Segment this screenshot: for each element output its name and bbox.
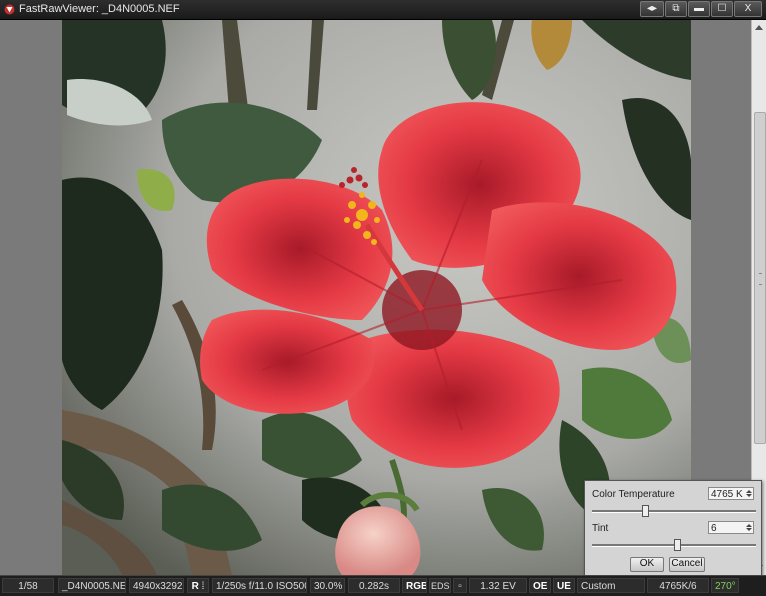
close-button[interactable]: X	[734, 1, 762, 17]
title-bar: FastRawViewer: _D4N0005.NEF ◂▸ ⧉ ▬ ☐ X	[0, 0, 766, 20]
color-temperature-slider[interactable]	[592, 505, 756, 517]
tint-input[interactable]: 6	[708, 521, 754, 534]
status-bar: 1/58 _D4N0005.NEF 4940x3292 R ⁞ 1/250s f…	[0, 575, 766, 596]
exposure-compensation[interactable]: 1.32 EV	[469, 578, 527, 593]
rating-label: R	[191, 581, 199, 592]
white-balance-preset[interactable]: Custom	[577, 578, 645, 593]
ev-toggle[interactable]: ▫	[453, 578, 467, 593]
nav-arrows-button[interactable]: ◂▸	[640, 1, 664, 17]
image-dimensions: 4940x3292	[129, 578, 184, 593]
zoom-level[interactable]: 30.0%	[310, 578, 345, 593]
exposure-info: 1/250s f/11.0 ISO500 135	[212, 578, 307, 593]
white-balance-value[interactable]: 4765K/6	[647, 578, 709, 593]
underexposure-toggle[interactable]: UE	[553, 578, 575, 593]
color-temperature-input[interactable]: 4765 K	[708, 487, 754, 500]
window-title: FastRawViewer: _D4N0005.NEF	[19, 3, 180, 15]
rotation-indicator[interactable]: 270°	[711, 578, 739, 593]
spin-down-icon[interactable]	[746, 494, 752, 497]
color-temperature-label: Color Temperature	[592, 489, 675, 500]
scroll-up-icon[interactable]	[755, 25, 763, 30]
render-time: 0.282s	[348, 578, 400, 593]
checkbox-icon[interactable]: ▫	[458, 581, 462, 592]
spin-up-icon[interactable]	[746, 490, 752, 493]
grip-icon	[759, 273, 762, 285]
scrollbar-thumb[interactable]	[754, 112, 766, 444]
cancel-button[interactable]: Cancel	[669, 557, 705, 572]
minimize-button[interactable]: ▬	[688, 1, 710, 17]
window-layout-button[interactable]: ⧉	[665, 1, 687, 17]
overexposure-toggle[interactable]: OE	[529, 578, 551, 593]
display-mode-toggle[interactable]: RGB	[402, 578, 427, 593]
color-temperature-value: 4765 K	[711, 489, 743, 500]
color-temperature-slider-thumb[interactable]	[642, 505, 649, 517]
viewer-margin-left	[0, 20, 62, 575]
eds-toggle[interactable]: EDS	[429, 578, 451, 593]
maximize-button[interactable]: ☐	[711, 1, 733, 17]
ok-button[interactable]: OK	[630, 557, 664, 572]
tint-value: 6	[711, 523, 717, 534]
white-balance-panel: Color Temperature 4765 K Tint 6 OK Cance…	[584, 480, 762, 577]
sort-icon: ⁞	[201, 581, 205, 592]
tint-label: Tint	[592, 523, 609, 534]
spin-up-icon[interactable]	[746, 524, 752, 527]
tint-slider[interactable]	[592, 539, 756, 551]
rating-toggle[interactable]: R ⁞	[187, 578, 209, 593]
fastrawviewer-logo-icon	[4, 4, 15, 15]
filename-display: _D4N0005.NEF	[58, 578, 126, 593]
tint-slider-thumb[interactable]	[674, 539, 681, 551]
image-counter[interactable]: 1/58	[2, 578, 54, 593]
spin-down-icon[interactable]	[746, 528, 752, 531]
